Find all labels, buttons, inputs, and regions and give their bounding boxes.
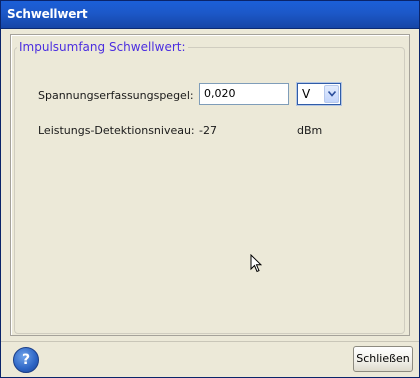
chevron-down-icon[interactable] bbox=[324, 85, 339, 103]
footer-divider bbox=[1, 341, 419, 342]
power-unit: dBm bbox=[297, 124, 323, 137]
mouse-pointer-icon bbox=[250, 254, 262, 273]
voltage-unit-value: V bbox=[302, 87, 311, 101]
window-title: Schwellwert bbox=[7, 7, 88, 21]
title-bar[interactable]: Schwellwert bbox=[1, 1, 419, 29]
voltage-label: Spannungserfassungspegel: bbox=[38, 89, 194, 102]
help-button[interactable]: ? bbox=[13, 347, 39, 373]
voltage-input[interactable]: 0,020 bbox=[199, 83, 289, 105]
voltage-unit-select[interactable]: V bbox=[296, 82, 342, 106]
groupbox-legend: Impulsumfang Schwellwert: bbox=[17, 40, 188, 54]
power-value: -27 bbox=[199, 124, 217, 137]
power-label: Leistungs-Detektionsniveau: bbox=[38, 124, 195, 137]
close-button[interactable]: Schließen bbox=[353, 346, 413, 372]
dialog-window: Schwellwert Impulsumfang Schwellwert: Sp… bbox=[0, 0, 420, 378]
question-mark-icon: ? bbox=[21, 352, 31, 368]
